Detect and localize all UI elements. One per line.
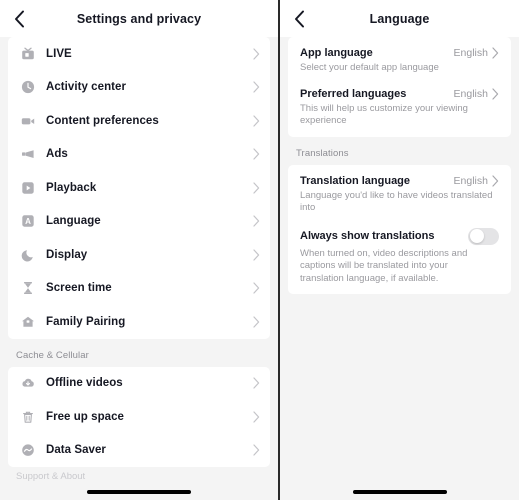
sidebar-item-activity-center[interactable]: Activity center [8,71,270,105]
sidebar-item-data-saver[interactable]: Data Saver [8,434,270,468]
app-screen: Settings and privacy LIVE Activity cente… [0,0,519,500]
row-title: Always show translations [300,230,435,243]
live-tv-icon [20,46,36,62]
row-subtitle: When turned on, video descriptions and c… [300,247,468,284]
trash-icon [20,409,36,425]
section-label-translations: Translations [296,147,349,159]
chevron-right-icon [253,148,260,160]
sidebar-item-screen-time[interactable]: Screen time [8,272,270,306]
sidebar-item-label: Playback [46,181,97,194]
sidebar-item-label: Data Saver [46,444,106,457]
section-label-cache-cellular: Cache & Cellular [16,349,89,361]
chevron-right-icon [253,48,260,60]
sidebar-item-family-pairing[interactable]: Family Pairing [8,305,270,339]
sidebar-item-free-up-space[interactable]: Free up space [8,400,270,434]
sidebar-item-label: Display [46,248,88,261]
back-button-settings[interactable] [8,8,30,30]
sidebar-item-live[interactable]: LIVE [8,37,270,71]
sidebar-item-content-preferences[interactable]: Content preferences [8,104,270,138]
settings-card-cache: Offline videos Free up space Data Saver [8,366,270,468]
svg-text:A: A [25,217,31,226]
language-card-main: App language English Select your default… [288,37,511,137]
row-subtitle: Language you'd like to have videos trans… [300,189,493,214]
settings-card-main: LIVE Activity center Content preferences… [8,37,270,339]
language-panel: Language App language English Select you… [280,0,519,500]
chevron-right-icon [253,444,260,456]
row-title: Preferred languages [300,87,407,100]
sidebar-item-label: Language [46,215,101,228]
sidebar-item-label: LIVE [46,47,72,60]
chevron-right-icon [253,377,260,389]
row-subtitle: This will help us customize your viewing… [300,102,468,127]
row-title: App language [300,47,373,59]
chevron-right-icon [253,182,260,194]
video-camera-icon [20,113,36,129]
row-preferred-languages-top: Preferred languages English [300,88,499,100]
language-card-translations: Translation language English Language yo… [288,164,511,295]
row-value: English [453,174,488,187]
row-app-language[interactable]: App language English Select your default… [288,37,511,84]
row-app-language-top: App language English [300,47,499,59]
sidebar-item-label: Family Pairing [46,315,126,328]
home-indicator-right [352,490,447,494]
settings-and-privacy-panel: Settings and privacy LIVE Activity cente… [0,0,278,500]
letter-a-square-icon: A [20,213,36,229]
sidebar-item-ads[interactable]: Ads [8,138,270,172]
toggle-knob [469,229,484,244]
page-title-settings: Settings and privacy [76,11,202,26]
row-preferred-languages[interactable]: Preferred languages English This will he… [288,84,511,137]
row-subtitle: Select your default app language [300,62,439,73]
row-value: English [453,47,488,59]
hourglass-icon [20,280,36,296]
chevron-right-icon [492,47,499,59]
sidebar-item-language[interactable]: A Language [8,205,270,239]
moon-icon [20,247,36,263]
cloud-download-icon [20,375,36,391]
chevron-right-icon [253,411,260,423]
chevron-right-icon [253,115,260,127]
chevron-right-icon [492,87,499,100]
clock-icon [20,79,36,95]
chevron-right-icon [253,215,260,227]
row-translation-language[interactable]: Translation language English Language yo… [288,165,511,224]
chevron-right-icon [492,174,499,187]
chevron-left-icon [294,10,305,28]
row-value: English [453,87,488,100]
chevron-left-icon [14,10,25,28]
always-show-translations-toggle[interactable] [468,227,499,245]
chevron-right-icon [253,316,260,328]
sidebar-item-label: Content preferences [46,114,159,127]
sidebar-item-label: Screen time [46,282,112,295]
row-translation-language-top: Translation language English [300,175,499,187]
row-always-show-translations-top: Always show translations [300,227,499,245]
sidebar-item-display[interactable]: Display [8,238,270,272]
data-saver-icon [20,442,36,458]
sidebar-item-label: Ads [46,148,68,161]
sidebar-item-playback[interactable]: Playback [8,171,270,205]
row-title: Translation language [300,174,411,187]
page-title-language: Language [369,11,430,26]
row-always-show-translations: Always show translations When turned on,… [288,224,511,295]
section-label-support-about-cutoff: Support & About [16,471,86,482]
house-icon [20,314,36,330]
chevron-right-icon [253,282,260,294]
chevron-right-icon [253,249,260,261]
sidebar-item-label: Activity center [46,81,127,94]
left-header: Settings and privacy [0,0,278,37]
right-header: Language [280,0,519,37]
home-indicator-left [87,490,191,494]
play-square-icon [20,180,36,196]
sidebar-item-label: Free up space [46,410,124,423]
sidebar-item-offline-videos[interactable]: Offline videos [8,367,270,401]
back-button-language[interactable] [288,8,310,30]
megaphone-icon [20,146,36,162]
chevron-right-icon [253,81,260,93]
sidebar-item-label: Offline videos [46,377,123,390]
